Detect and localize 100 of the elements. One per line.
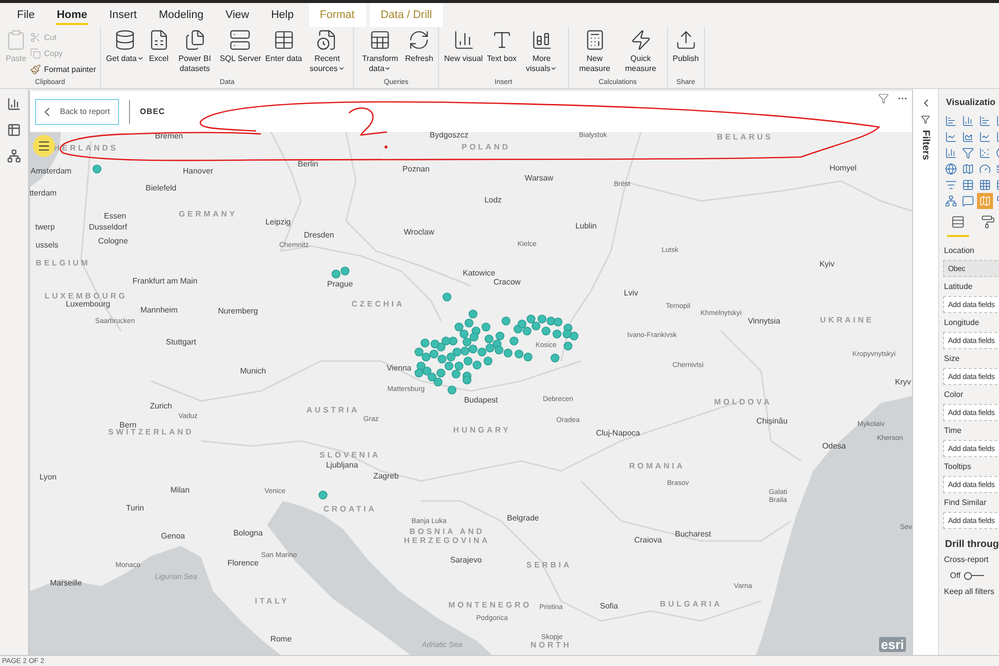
data-point[interactable] (452, 348, 462, 356)
ribbon-button[interactable]: Power BI datasets (172, 29, 217, 74)
ribbon-button[interactable]: Refresh (404, 29, 434, 64)
data-point[interactable] (442, 292, 452, 302)
ribbon-tab[interactable]: View (214, 3, 260, 27)
ribbon-button[interactable]: Excel (146, 29, 171, 64)
visual-type-button[interactable] (977, 193, 993, 209)
ribbon-button[interactable]: Transform data (358, 29, 402, 74)
report-view-icon[interactable] (7, 97, 21, 111)
ribbon-button[interactable]: New measure (572, 29, 617, 74)
data-point[interactable] (454, 362, 464, 370)
visual-type-button[interactable] (943, 161, 959, 177)
toggle-switch[interactable] (964, 572, 984, 580)
ribbon-tab[interactable]: Insert (98, 3, 148, 27)
visual-type-button[interactable] (943, 129, 959, 145)
data-point[interactable] (332, 270, 340, 278)
data-point[interactable] (464, 356, 472, 366)
data-point[interactable] (510, 336, 518, 346)
ribbon-tab[interactable]: Home (46, 3, 98, 27)
data-point[interactable] (542, 326, 550, 336)
ribbon-button[interactable]: Enter data (264, 29, 304, 64)
ribbon-button[interactable]: Recent sources (305, 29, 350, 74)
data-point[interactable] (92, 164, 102, 174)
fields-tab[interactable] (947, 215, 969, 237)
data-point[interactable] (462, 376, 472, 384)
filter-icon[interactable] (878, 93, 889, 104)
data-point[interactable] (472, 360, 482, 370)
visual-type-button[interactable] (960, 177, 976, 193)
data-view-icon[interactable] (7, 123, 21, 137)
data-point[interactable] (486, 344, 494, 352)
data-point[interactable] (446, 352, 456, 362)
data-point[interactable] (526, 314, 536, 324)
data-point[interactable] (562, 330, 572, 338)
filters-pane-title[interactable]: Filters (920, 130, 931, 160)
data-point[interactable] (522, 326, 532, 336)
data-point[interactable] (504, 348, 512, 358)
data-point[interactable] (570, 332, 578, 340)
visual-type-button[interactable] (977, 113, 993, 129)
data-point[interactable] (550, 354, 560, 362)
data-point[interactable] (468, 344, 478, 354)
data-point[interactable] (436, 368, 446, 378)
data-point[interactable] (438, 354, 446, 364)
data-point[interactable] (462, 338, 472, 346)
data-point[interactable] (454, 322, 464, 332)
ribbon-button[interactable]: New visual (443, 29, 484, 64)
data-point[interactable] (448, 386, 456, 394)
ribbon-button[interactable]: Publish (672, 29, 700, 64)
back-to-report-button[interactable]: Back to report (35, 98, 119, 124)
data-point[interactable] (554, 318, 562, 326)
data-point[interactable] (464, 318, 474, 328)
data-point[interactable] (518, 320, 526, 328)
data-point[interactable] (496, 332, 504, 340)
data-point[interactable] (532, 322, 540, 330)
data-point[interactable] (434, 378, 442, 386)
ribbon-button[interactable]: Get data (105, 29, 145, 64)
data-point[interactable] (430, 350, 438, 358)
data-point[interactable] (484, 356, 492, 366)
data-point[interactable] (460, 330, 468, 338)
visual-type-button[interactable] (960, 193, 976, 209)
data-point[interactable] (538, 314, 546, 324)
data-point[interactable] (470, 332, 478, 342)
ribbon-button[interactable]: More visuals (520, 29, 564, 74)
data-point[interactable] (502, 316, 510, 326)
ribbon-button[interactable]: Quick measure (618, 29, 663, 74)
visual-type-button[interactable] (960, 145, 976, 161)
data-point[interactable] (442, 336, 450, 346)
visual-type-button[interactable] (977, 129, 993, 145)
data-point[interactable] (478, 348, 486, 356)
visual-type-button[interactable] (943, 193, 959, 209)
data-point[interactable] (414, 368, 424, 378)
model-view-icon[interactable] (7, 149, 21, 163)
data-point[interactable] (340, 266, 350, 276)
data-point[interactable] (552, 330, 562, 338)
data-point[interactable] (420, 338, 430, 348)
ribbon-tab[interactable]: File (6, 3, 46, 27)
visual-type-button[interactable] (977, 177, 993, 193)
data-point[interactable] (546, 316, 556, 326)
visual-type-button[interactable] (977, 145, 993, 161)
visual-type-button[interactable] (943, 145, 959, 161)
visual-type-button[interactable] (960, 129, 976, 145)
data-point[interactable] (460, 346, 470, 356)
data-point[interactable] (414, 348, 424, 356)
data-point[interactable] (514, 350, 524, 358)
data-point[interactable] (494, 346, 504, 354)
data-point[interactable] (318, 490, 328, 500)
data-point[interactable] (430, 340, 440, 348)
data-point[interactable] (482, 322, 490, 332)
data-point[interactable] (422, 352, 430, 362)
ribbon-button[interactable]: Format painter (30, 62, 96, 77)
visual-type-button[interactable] (960, 113, 976, 129)
data-point[interactable] (422, 366, 432, 376)
ribbon-button[interactable]: Text box (486, 29, 518, 64)
data-point[interactable] (564, 342, 572, 350)
data-point[interactable] (468, 310, 478, 318)
data-point[interactable] (452, 370, 460, 378)
ribbon-tab[interactable]: Modeling (148, 3, 214, 27)
data-point[interactable] (428, 372, 436, 382)
data-point[interactable] (524, 352, 532, 362)
ribbon-tab[interactable]: Help (260, 3, 305, 27)
visual-type-button[interactable] (943, 113, 959, 129)
